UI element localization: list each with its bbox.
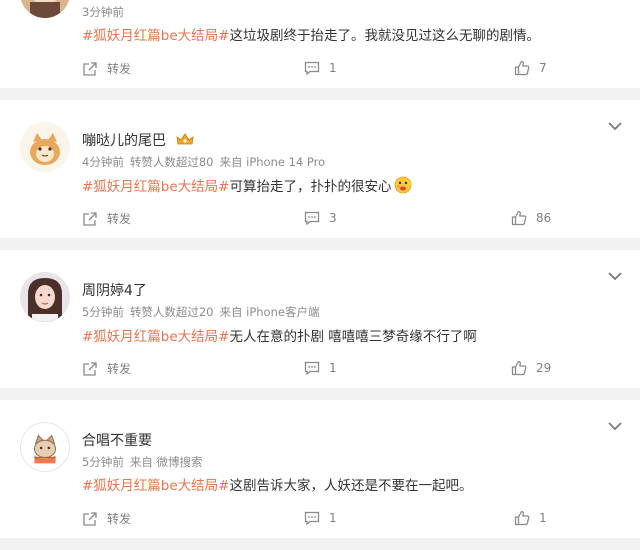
emoji-face-icon	[394, 176, 411, 194]
repost-label: 转发	[107, 62, 132, 76]
comment-actions: 转发 1 7	[0, 60, 640, 80]
reply-button[interactable]: 1	[304, 60, 337, 76]
repost-button[interactable]: 转发	[82, 60, 131, 77]
comment-source: 来自 iPhone 14 Pro	[219, 155, 326, 169]
reply-count: 3	[329, 211, 337, 225]
comment-time: 5分钟前	[82, 305, 124, 319]
avatar[interactable]	[20, 422, 70, 472]
vip-badge-icon	[176, 133, 194, 145]
comment-icon	[304, 511, 320, 526]
avatar[interactable]	[20, 122, 70, 172]
like-icon	[511, 360, 527, 376]
topic-hashtag[interactable]: #狐妖月红篇be大结局#	[82, 329, 230, 345]
comment-text: 无人在意的扑剧 嘻嘻嘻三梦奇缘不行了啊	[229, 329, 477, 345]
repost-label: 转发	[107, 212, 132, 226]
reply-count: 1	[329, 511, 337, 525]
comment-icon	[304, 211, 320, 226]
comment-icon	[304, 361, 320, 376]
like-count: 7	[539, 61, 547, 75]
reply-count: 1	[329, 361, 337, 375]
comment-time: 5分钟前	[82, 455, 124, 469]
comment-time: 4分钟前	[82, 155, 124, 169]
comment-source: 来自 iPhone客户端	[219, 305, 320, 319]
avatar[interactable]	[20, 272, 70, 322]
comment-text: 这剧告诉大家，人妖还是不要在一起吧。	[229, 478, 473, 494]
username-text: 嘣哒儿的尾巴	[82, 133, 166, 149]
like-count: 1	[539, 511, 547, 525]
like-button[interactable]: 7	[514, 60, 547, 76]
comment-meta: 5分钟前 转赞人数超过20 来自 iPhone客户端	[82, 304, 319, 320]
comment-meta: 3分钟前	[82, 4, 124, 20]
repost-button[interactable]: 转发	[82, 510, 131, 527]
comment-meta: 5分钟前 来自 微博搜索	[82, 454, 202, 470]
share-icon	[83, 511, 97, 526]
username[interactable]: 嘣哒儿的尾巴	[82, 130, 194, 150]
like-button[interactable]: 86	[511, 210, 551, 226]
like-icon	[511, 210, 527, 226]
repost-label: 转发	[107, 362, 132, 376]
comment-text: 可算抬走了，扑扑的很安心	[229, 179, 392, 195]
share-icon	[83, 361, 97, 376]
like-button[interactable]: 1	[514, 510, 547, 526]
repost-button[interactable]: 转发	[82, 210, 131, 227]
comment-card: 3分钟前 #狐妖月红篇be大结局#这垃圾剧终于抬走了。我就没见过这么无聊的剧情。…	[0, 0, 640, 88]
username[interactable]: 周阴婷4了	[82, 280, 147, 300]
chevron-down-icon[interactable]	[608, 271, 622, 281]
comment-card: 合唱不重要 5分钟前 来自 微博搜索 #狐妖月红篇be大结局#这剧告诉大家，人妖还…	[0, 400, 640, 538]
comment-actions: 转发 1 29	[0, 360, 640, 380]
topic-hashtag[interactable]: #狐妖月红篇be大结局#	[82, 28, 230, 44]
like-button[interactable]: 29	[511, 360, 551, 376]
topic-hashtag[interactable]: #狐妖月红篇be大结局#	[82, 179, 230, 195]
topic-hashtag[interactable]: #狐妖月红篇be大结局#	[82, 478, 230, 494]
chevron-down-icon[interactable]	[608, 421, 622, 431]
reply-button[interactable]: 1	[304, 510, 337, 526]
reply-count: 1	[329, 61, 337, 75]
repost-label: 转发	[107, 512, 132, 526]
like-count: 86	[536, 211, 552, 225]
like-icon	[514, 510, 530, 526]
reply-button[interactable]: 1	[304, 360, 337, 376]
comment-icon	[304, 61, 320, 76]
username[interactable]: 合唱不重要	[82, 430, 152, 450]
share-icon	[83, 61, 97, 76]
like-count: 29	[536, 361, 552, 375]
comment-card: 周阴婷4了 5分钟前 转赞人数超过20 来自 iPhone客户端 #狐妖月红篇be大…	[0, 250, 640, 388]
repost-stat: 转赞人数超过20	[129, 305, 214, 319]
comment-actions: 转发 3 86	[0, 210, 640, 230]
comment-content: #狐妖月红篇be大结局#这垃圾剧终于抬走了。我就没见过这么无聊的剧情。	[82, 24, 540, 44]
comment-time: 3分钟前	[82, 5, 124, 19]
comment-card: 嘣哒儿的尾巴 4分钟前 转赞人数超过80 来自 iPhone 14 Pro #狐妖月…	[0, 100, 640, 238]
comment-content: #狐妖月红篇be大结局#无人在意的扑剧 嘻嘻嘻三梦奇缘不行了啊	[82, 325, 477, 345]
comment-actions: 转发 1 1	[0, 510, 640, 530]
reply-button[interactable]: 3	[304, 210, 337, 226]
like-icon	[514, 60, 530, 76]
comment-content: #狐妖月红篇be大结局#可算抬走了，扑扑的很安心	[82, 175, 412, 195]
chevron-down-icon[interactable]	[608, 121, 622, 131]
comment-content: #狐妖月红篇be大结局#这剧告诉大家，人妖还是不要在一起吧。	[82, 474, 473, 494]
repost-stat: 转赞人数超过80	[129, 155, 214, 169]
repost-button[interactable]: 转发	[82, 360, 131, 377]
comment-meta: 4分钟前 转赞人数超过80 来自 iPhone 14 Pro	[82, 154, 325, 170]
share-icon	[83, 211, 97, 226]
comment-text: 这垃圾剧终于抬走了。我就没见过这么无聊的剧情。	[229, 28, 541, 44]
avatar[interactable]	[20, 0, 70, 18]
comment-source: 来自 微博搜索	[129, 455, 203, 469]
